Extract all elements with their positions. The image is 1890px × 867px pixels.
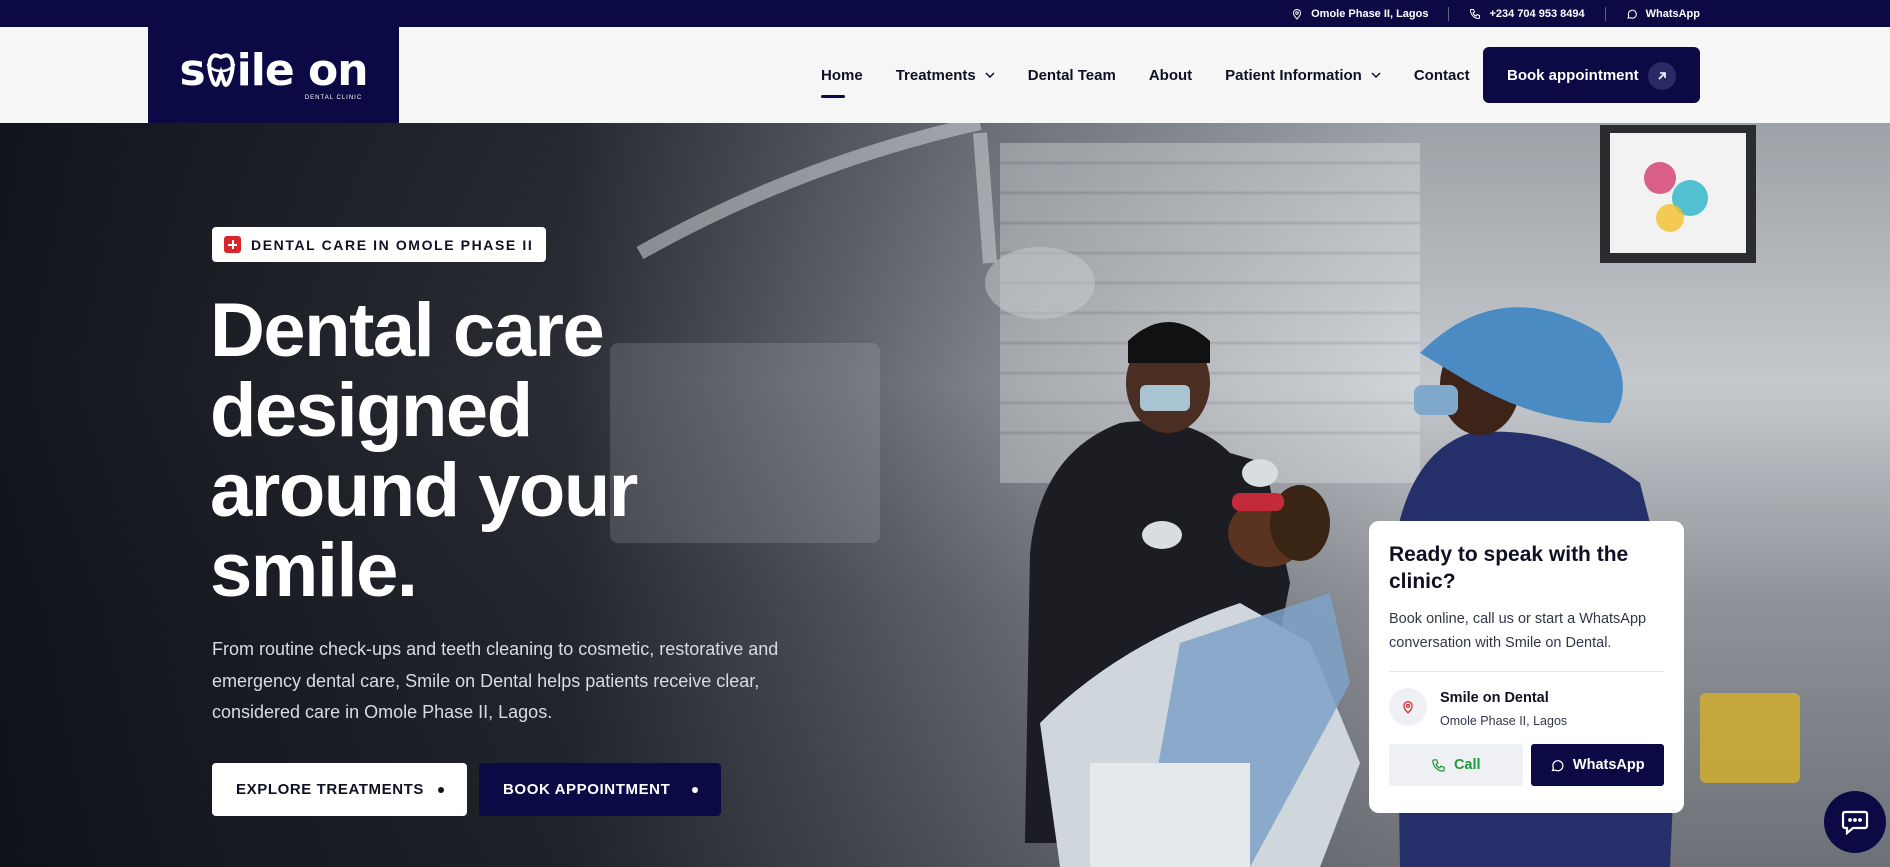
topbar-phone[interactable]: +234 704 953 8494 (1469, 7, 1585, 20)
topbar-location[interactable]: Omole Phase II, Lagos (1291, 8, 1428, 20)
divider (1448, 6, 1450, 21)
nav-dental-team-label: Dental Team (1027, 66, 1116, 84)
contact-card-title: Ready to speak with the clinic? (1389, 543, 1629, 593)
chat-button[interactable] (1824, 791, 1886, 853)
logo-subtitle: DENTAL CLINIC (304, 95, 363, 101)
nav-treatments[interactable]: Treatments (896, 67, 995, 84)
headline-line: designed (210, 368, 533, 453)
logo-wordmark: s ile on (179, 45, 369, 96)
dot-icon (692, 787, 698, 793)
plus-icon (224, 236, 241, 253)
tooth-icon (206, 53, 235, 87)
arrow-up-right-icon (1648, 62, 1676, 90)
whatsapp-icon (1551, 759, 1564, 771)
divider (1389, 671, 1664, 672)
top-info-bar: Omole Phase II, Lagos +234 704 953 8494 … (0, 0, 1890, 27)
topbar-whatsapp[interactable]: WhatsApp (1626, 8, 1700, 20)
nav-contact-label: Contact (1413, 66, 1470, 84)
site-header: s ile on DENTAL CLINIC Home Treatments D… (0, 27, 1890, 123)
dot-icon (438, 787, 444, 793)
nav-treatments-label: Treatments (895, 66, 976, 84)
phone-icon (1470, 8, 1481, 19)
nav-contact[interactable]: Contact (1414, 67, 1470, 84)
call-label: Call (1453, 757, 1481, 773)
logo-text-start: s (179, 45, 205, 96)
nav-home[interactable]: Home (821, 66, 863, 98)
hero-section: DENTAL CARE IN OMOLE PHASE II Dental car… (0, 123, 1890, 867)
hero-book-appointment-button[interactable]: BOOK APPOINTMENT (479, 763, 721, 816)
card-actions: Call WhatsApp (1389, 744, 1664, 786)
divider (1604, 6, 1606, 21)
topbar-phone-text: +234 704 953 8494 (1489, 7, 1585, 20)
explore-treatments-label: EXPLORE TREATMENTS (236, 781, 425, 798)
whatsapp-label: WhatsApp (1572, 757, 1645, 773)
whatsapp-button[interactable]: WhatsApp (1530, 744, 1664, 786)
main-nav: Home Treatments Dental Team About Patien… (821, 27, 1503, 123)
nav-about-label: About (1148, 66, 1193, 84)
topbar-whatsapp-text: WhatsApp (1645, 7, 1700, 20)
nav-patient-information-label: Patient Information (1225, 66, 1362, 84)
chevron-down-icon (1371, 72, 1381, 78)
headline-line: Dental care (210, 288, 605, 373)
chevron-down-icon (985, 72, 995, 78)
nav-about[interactable]: About (1149, 67, 1192, 84)
headline-line: around your (210, 448, 638, 533)
map-pin-icon (1293, 8, 1302, 20)
whatsapp-icon (1626, 9, 1637, 19)
call-button[interactable]: Call (1389, 744, 1523, 786)
badge-text: DENTAL CARE IN OMOLE PHASE II (251, 236, 534, 253)
book-appointment-button[interactable]: Book appointment (1483, 47, 1700, 103)
topbar-location-text: Omole Phase II, Lagos (1311, 7, 1429, 20)
hero-headline: Dental care designed around your smile. (210, 291, 730, 611)
nav-dental-team[interactable]: Dental Team (1028, 67, 1116, 84)
clinic-name: Smile on Dental (1440, 690, 1549, 706)
hero-book-appointment-label: BOOK APPOINTMENT (503, 781, 671, 798)
location-badge: DENTAL CARE IN OMOLE PHASE II (212, 227, 547, 262)
headline-line: smile. (210, 528, 418, 613)
phone-icon (1432, 758, 1445, 772)
contact-card: Ready to speak with the clinic? Book onl… (1369, 521, 1684, 813)
explore-treatments-button[interactable]: EXPLORE TREATMENTS (212, 763, 467, 816)
book-appointment-label: Book appointment (1507, 66, 1639, 84)
hero-description: From routine check-ups and teeth cleanin… (212, 639, 779, 722)
chat-bubble-icon (1841, 810, 1869, 835)
clinic-address: Omole Phase II, Lagos (1440, 714, 1568, 728)
logo-text-end: ile on (236, 45, 369, 96)
nav-patient-information[interactable]: Patient Information (1225, 67, 1381, 84)
contact-card-text: Book online, call us or start a WhatsApp… (1389, 611, 1647, 651)
logo[interactable]: s ile on DENTAL CLINIC (148, 27, 399, 123)
clinic-location: Smile on Dental Omole Phase II, Lagos (1389, 688, 1664, 728)
nav-home-label: Home (821, 66, 863, 84)
map-pin-icon (1389, 688, 1427, 726)
